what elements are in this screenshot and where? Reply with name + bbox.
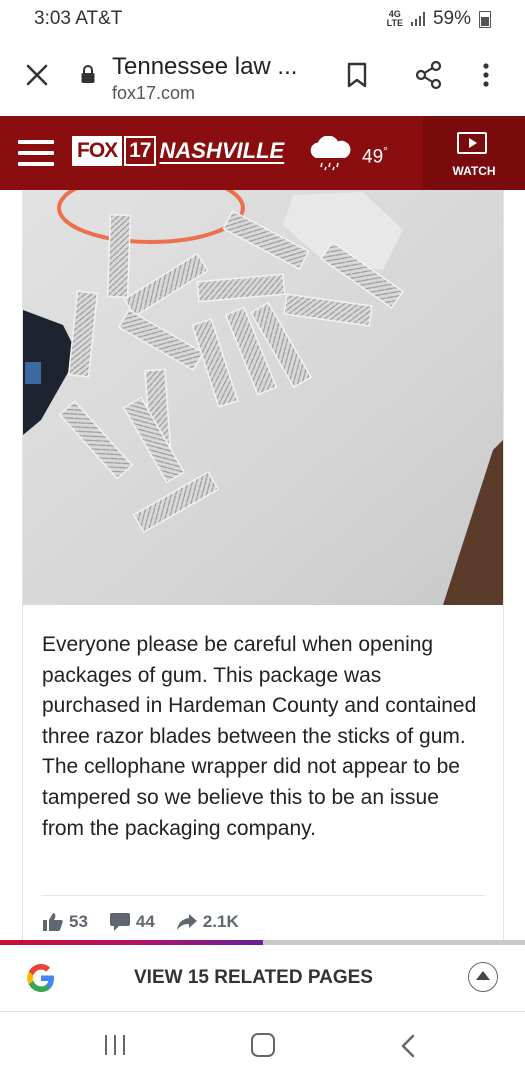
logo-fox: FOX (72, 136, 123, 166)
battery-percent: 59% (432, 8, 471, 29)
network-icon: 4G LTE (387, 10, 403, 28)
related-pages-label: VIEW 15 RELATED PAGES (134, 967, 373, 988)
post-reactions: 53 44 2.1K (43, 912, 239, 932)
status-time: 3:03 AT&T (34, 8, 123, 29)
weather-temperature[interactable]: 49° (362, 144, 388, 168)
comment-icon (109, 913, 130, 931)
logo-city: NASHVILLE (159, 138, 285, 163)
thumbs-up-icon (43, 913, 63, 931)
share-icon[interactable] (414, 60, 444, 90)
post-text: Everyone please be careful when opening … (42, 633, 477, 840)
site-header: FOX 17 NASHVILLE 49° WATCH (0, 116, 525, 190)
network-subtype: LTE (386, 18, 403, 28)
share-arrow-icon (176, 914, 197, 930)
post-photo[interactable] (23, 190, 503, 605)
close-icon[interactable] (22, 60, 52, 90)
recent-apps-icon[interactable] (105, 1035, 125, 1055)
watch-button[interactable]: WATCH (423, 116, 525, 190)
weather-rain-icon[interactable] (306, 136, 354, 172)
degree-symbol: ° (383, 144, 388, 158)
status-indicators: 4G LTE 59% (387, 8, 491, 30)
browser-toolbar: Tennessee law ... fox17.com (0, 38, 525, 116)
status-bar: 3:03 AT&T 4G LTE 59% (0, 0, 525, 38)
menu-icon[interactable] (18, 140, 54, 166)
divider (41, 895, 485, 896)
comment-count[interactable]: 44 (109, 912, 155, 932)
logo-number: 17 (124, 136, 156, 166)
bookmark-icon[interactable] (346, 62, 368, 88)
signal-icon (410, 12, 425, 26)
watch-label: WATCH (452, 164, 496, 178)
page-domain[interactable]: fox17.com (112, 83, 195, 104)
more-icon[interactable] (482, 62, 490, 88)
like-count[interactable]: 53 (43, 912, 88, 932)
post-card: Everyone please be careful when opening … (22, 190, 504, 940)
expand-up-icon[interactable] (468, 962, 498, 992)
share-count[interactable]: 2.1K (176, 912, 239, 932)
site-logo[interactable]: FOX 17 NASHVILLE (72, 136, 284, 166)
home-icon[interactable] (251, 1033, 275, 1057)
back-icon[interactable] (400, 1034, 416, 1058)
related-pages-bar[interactable]: VIEW 15 RELATED PAGES (0, 945, 525, 1012)
google-logo-icon (27, 964, 54, 992)
system-nav-bar (0, 1012, 525, 1080)
lock-icon (81, 65, 95, 83)
page-title[interactable]: Tennessee law ... (112, 53, 297, 81)
play-icon (457, 132, 487, 154)
battery-icon (479, 10, 491, 28)
